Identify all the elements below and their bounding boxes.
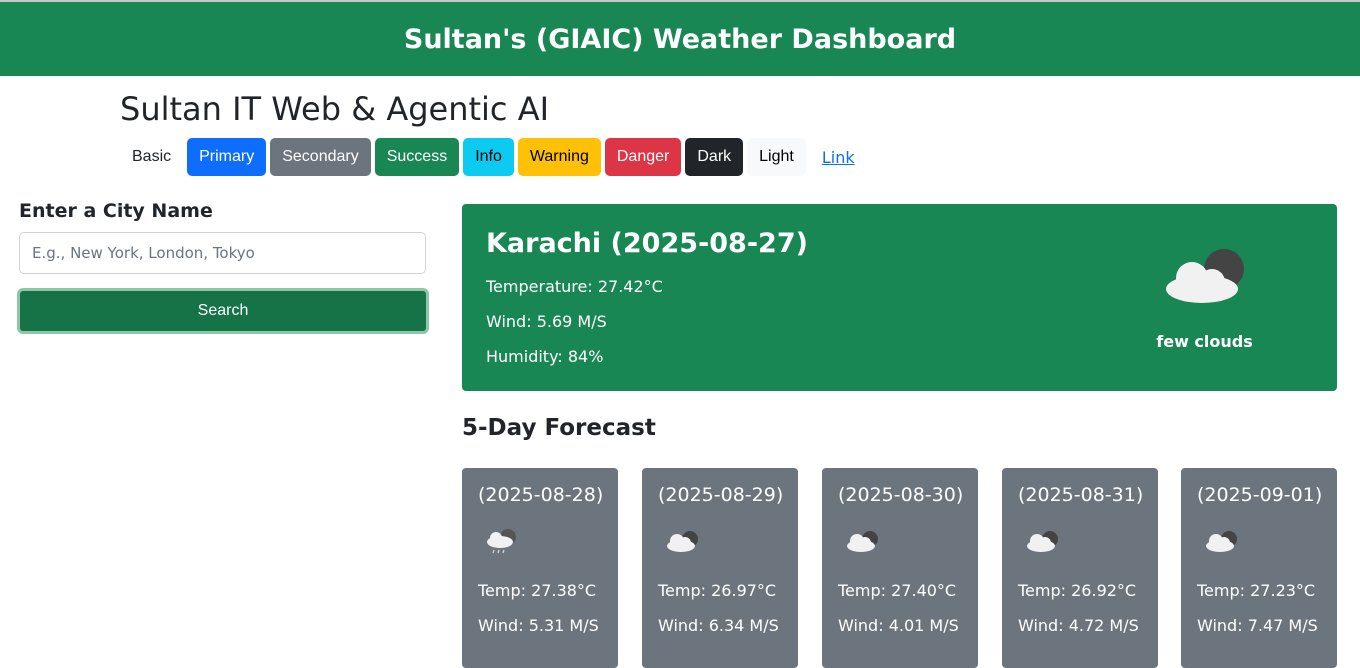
forecast-card: (2025-08-30) Temp: 27.40°C Wind: 4.01 M/… [822, 468, 978, 668]
warning-button[interactable]: Warning [517, 138, 601, 176]
current-humidity: Humidity: 84% [486, 347, 604, 366]
forecast-date: (2025-08-29) [658, 484, 784, 506]
search-button[interactable]: Search [17, 288, 429, 334]
forecast-wind: Wind: 4.01 M/S [838, 616, 959, 635]
forecast-card: (2025-08-31) Temp: 26.92°C Wind: 4.72 M/… [1002, 468, 1158, 668]
success-button[interactable]: Success [374, 138, 460, 176]
forecast-card: (2025-08-28) Temp: 27.38°C Wind: 5.31 M/… [462, 468, 618, 668]
link-button[interactable]: Link [810, 138, 867, 176]
current-city-date: Karachi (2025-08-27) [486, 228, 808, 259]
current-weather-card: Karachi (2025-08-27) Temperature: 27.42°… [462, 204, 1337, 391]
primary-button[interactable]: Primary [187, 138, 267, 176]
forecast-wind: Wind: 4.72 M/S [1018, 616, 1139, 635]
forecast-temp: Temp: 27.38°C [478, 581, 597, 600]
forecast-date: (2025-08-28) [478, 484, 604, 506]
dark-button[interactable]: Dark [685, 138, 744, 176]
cloud-icon [667, 531, 698, 552]
cloud-icon [847, 531, 878, 552]
secondary-button[interactable]: Secondary [270, 138, 371, 176]
forecast-wind: Wind: 5.31 M/S [478, 616, 599, 635]
forecast-temp: Temp: 27.23°C [1197, 581, 1316, 600]
forecast-date: (2025-08-31) [1018, 484, 1144, 506]
header-title: Sultan's (GIAIC) Weather Dashboard [403, 23, 957, 55]
forecast-heading: 5-Day Forecast [462, 415, 656, 441]
brand-title: Sultan IT Web & Agentic AI [120, 90, 550, 128]
few-clouds-icon [1166, 249, 1244, 303]
forecast-date: (2025-09-01) [1197, 484, 1323, 506]
dashboard-header: Sultan's (GIAIC) Weather Dashboard [0, 2, 1360, 76]
light-button[interactable]: Light [747, 138, 806, 176]
forecast-wind: Wind: 7.47 M/S [1197, 616, 1318, 635]
cloud-icon [1206, 531, 1237, 552]
city-input-placeholder: E.g., New York, London, Tokyo [32, 244, 255, 262]
forecast-temp: Temp: 26.97°C [658, 581, 777, 600]
current-temperature: Temperature: 27.42°C [486, 277, 663, 296]
danger-button[interactable]: Danger [604, 138, 682, 176]
info-button[interactable]: Info [463, 138, 514, 176]
rain-cloud-icon [487, 529, 516, 554]
cloud-icon [1027, 531, 1058, 552]
button-showcase: Basic Primary Secondary Success Info War… [120, 138, 867, 176]
forecast-card: (2025-09-01) Temp: 27.23°C Wind: 7.47 M/… [1181, 468, 1337, 668]
forecast-date: (2025-08-30) [838, 484, 964, 506]
forecast-temp: Temp: 26.92°C [1018, 581, 1137, 600]
city-search-input[interactable]: E.g., New York, London, Tokyo [19, 232, 426, 274]
city-input-label: Enter a City Name [19, 200, 213, 222]
basic-button[interactable]: Basic [120, 138, 183, 176]
forecast-temp: Temp: 27.40°C [838, 581, 957, 600]
forecast-card: (2025-08-29) Temp: 26.97°C Wind: 6.34 M/… [642, 468, 798, 668]
forecast-wind: Wind: 6.34 M/S [658, 616, 779, 635]
current-wind: Wind: 5.69 M/S [486, 312, 607, 331]
current-description: few clouds [1156, 332, 1253, 351]
